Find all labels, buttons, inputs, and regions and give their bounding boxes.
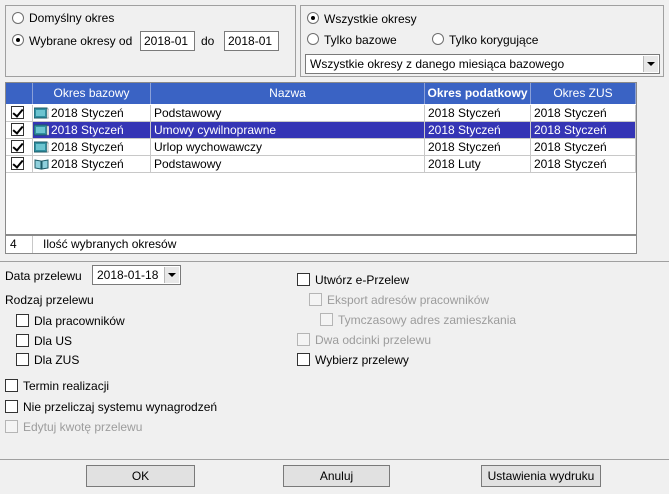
selected-periods-label: Wybrane okresy od bbox=[29, 34, 133, 48]
choose-transfers-checkbox[interactable] bbox=[297, 353, 310, 366]
for-us-label: Dla US bbox=[34, 334, 73, 348]
corrective-only-radio[interactable] bbox=[432, 33, 444, 45]
book-closed-icon bbox=[34, 141, 49, 153]
for-employees-checkbox[interactable] bbox=[16, 314, 29, 327]
row-zus-period: 2018 Styczeń bbox=[531, 122, 636, 139]
selected-count-label: Ilość wybranych okresów bbox=[43, 237, 177, 251]
row-tax-period: 2018 Styczeń bbox=[425, 105, 531, 122]
base-only-label: Tylko bazowe bbox=[324, 33, 397, 47]
selected-count: 4 bbox=[6, 236, 33, 253]
row-name: Umowy cywilnoprawne bbox=[151, 122, 425, 139]
row-base-period: 2018 Styczeń bbox=[51, 157, 124, 171]
row-zus-period: 2018 Styczeń bbox=[531, 139, 636, 156]
table-row[interactable]: 2018 Styczeń Umowy cywilnoprawne 2018 St… bbox=[6, 122, 636, 139]
table-row[interactable]: 2018 Styczeń Urlop wychowawczy 2018 Styc… bbox=[6, 139, 636, 156]
period-filter-dropdown[interactable]: Wszystkie okresy z danego miesiąca bazow… bbox=[305, 54, 660, 74]
for-zus-label: Dla ZUS bbox=[34, 353, 80, 367]
selected-periods-radio[interactable] bbox=[12, 34, 24, 46]
grid-header-check bbox=[6, 83, 33, 104]
due-date-checkbox[interactable] bbox=[5, 379, 18, 392]
export-addresses-checkbox[interactable] bbox=[309, 293, 322, 306]
two-stubs-checkbox[interactable] bbox=[297, 333, 310, 346]
table-row[interactable]: 2018 Styczeń Podstawowy 2018 Styczeń 201… bbox=[6, 105, 636, 122]
chevron-down-icon[interactable] bbox=[643, 56, 658, 72]
ok-button[interactable]: OK bbox=[86, 465, 195, 487]
row-checkbox[interactable] bbox=[11, 157, 24, 170]
no-recalc-checkbox[interactable] bbox=[5, 400, 18, 413]
export-addresses-label: Eksport adresów pracowników bbox=[327, 293, 490, 307]
chevron-down-icon[interactable] bbox=[164, 267, 179, 283]
row-name: Podstawowy bbox=[151, 156, 425, 173]
book-open-icon bbox=[34, 159, 49, 170]
all-periods-label: Wszystkie okresy bbox=[324, 12, 417, 26]
transfer-date-picker[interactable]: 2018-01-18 bbox=[92, 265, 181, 285]
edit-amount-label: Edytuj kwotę przelewu bbox=[23, 420, 143, 434]
all-periods-radio[interactable] bbox=[307, 12, 319, 24]
for-zus-checkbox[interactable] bbox=[16, 353, 29, 366]
row-checkbox[interactable] bbox=[11, 140, 24, 153]
temp-address-checkbox[interactable] bbox=[320, 313, 333, 326]
book-closed-icon bbox=[34, 107, 49, 119]
due-date-label: Termin realizacji bbox=[23, 379, 110, 393]
row-base-period: 2018 Styczeń bbox=[51, 106, 124, 120]
grid-header-name[interactable]: Nazwa bbox=[151, 83, 425, 104]
divider bbox=[0, 261, 669, 262]
period-from-input[interactable]: 2018-01 bbox=[140, 31, 195, 51]
periods-grid: Okres bazowy Nazwa Okres podatkowy Okres… bbox=[5, 82, 637, 235]
period-filter-value: Wszystkie okresy z danego miesiąca bazow… bbox=[310, 57, 565, 71]
edit-amount-checkbox[interactable] bbox=[5, 420, 18, 433]
transfer-date-value: 2018-01-18 bbox=[97, 268, 159, 282]
temp-address-label: Tymczasowy adres zamieszkania bbox=[338, 313, 517, 327]
for-employees-label: Dla pracowników bbox=[34, 314, 125, 328]
grid-side-area bbox=[637, 82, 665, 254]
table-row[interactable]: 2018 Styczeń Podstawowy 2018 Luty 2018 S… bbox=[6, 156, 636, 173]
row-base-period: 2018 Styczeń bbox=[51, 140, 124, 154]
default-period-radio[interactable] bbox=[12, 12, 24, 24]
book-closed-icon bbox=[34, 124, 49, 136]
grid-header-base-period[interactable]: Okres bazowy bbox=[33, 83, 151, 104]
row-name: Podstawowy bbox=[151, 105, 425, 122]
divider bbox=[0, 459, 669, 460]
print-settings-button[interactable]: Ustawienia wydruku bbox=[481, 465, 601, 487]
row-checkbox[interactable] bbox=[11, 123, 24, 136]
transfer-date-label: Data przelewu bbox=[5, 269, 82, 283]
row-base-period: 2018 Styczeń bbox=[51, 123, 124, 137]
transfer-type-label: Rodzaj przelewu bbox=[5, 293, 94, 307]
create-eprzelew-label: Utwórz e-Przelew bbox=[315, 273, 410, 287]
choose-transfers-label: Wybierz przelewy bbox=[315, 353, 409, 367]
cancel-button[interactable]: Anuluj bbox=[283, 465, 390, 487]
row-checkbox[interactable] bbox=[11, 106, 24, 119]
corrective-only-label: Tylko korygujące bbox=[449, 33, 539, 47]
row-tax-period: 2018 Styczeń bbox=[425, 139, 531, 156]
two-stubs-label: Dwa odcinki przelewu bbox=[315, 333, 432, 347]
create-eprzelew-checkbox[interactable] bbox=[297, 273, 310, 286]
period-to-input[interactable]: 2018-01 bbox=[224, 31, 279, 51]
row-zus-period: 2018 Styczeń bbox=[531, 156, 636, 173]
grid-header-zus-period[interactable]: Okres ZUS bbox=[531, 83, 636, 104]
base-only-radio[interactable] bbox=[307, 33, 319, 45]
for-us-checkbox[interactable] bbox=[16, 334, 29, 347]
row-tax-period: 2018 Luty bbox=[425, 156, 531, 173]
row-zus-period: 2018 Styczeń bbox=[531, 105, 636, 122]
no-recalc-label: Nie przeliczaj systemu wynagrodzeń bbox=[23, 400, 218, 414]
grid-header-tax-period[interactable]: Okres podatkowy bbox=[425, 83, 531, 104]
grid-header: Okres bazowy Nazwa Okres podatkowy Okres… bbox=[6, 83, 636, 104]
row-name: Urlop wychowawczy bbox=[151, 139, 425, 156]
grid-summary-row: 4 Ilość wybranych okresów bbox=[5, 235, 637, 254]
default-period-label: Domyślny okres bbox=[29, 11, 115, 25]
row-tax-period: 2018 Styczeń bbox=[425, 122, 531, 139]
period-to-label: do bbox=[201, 34, 215, 48]
